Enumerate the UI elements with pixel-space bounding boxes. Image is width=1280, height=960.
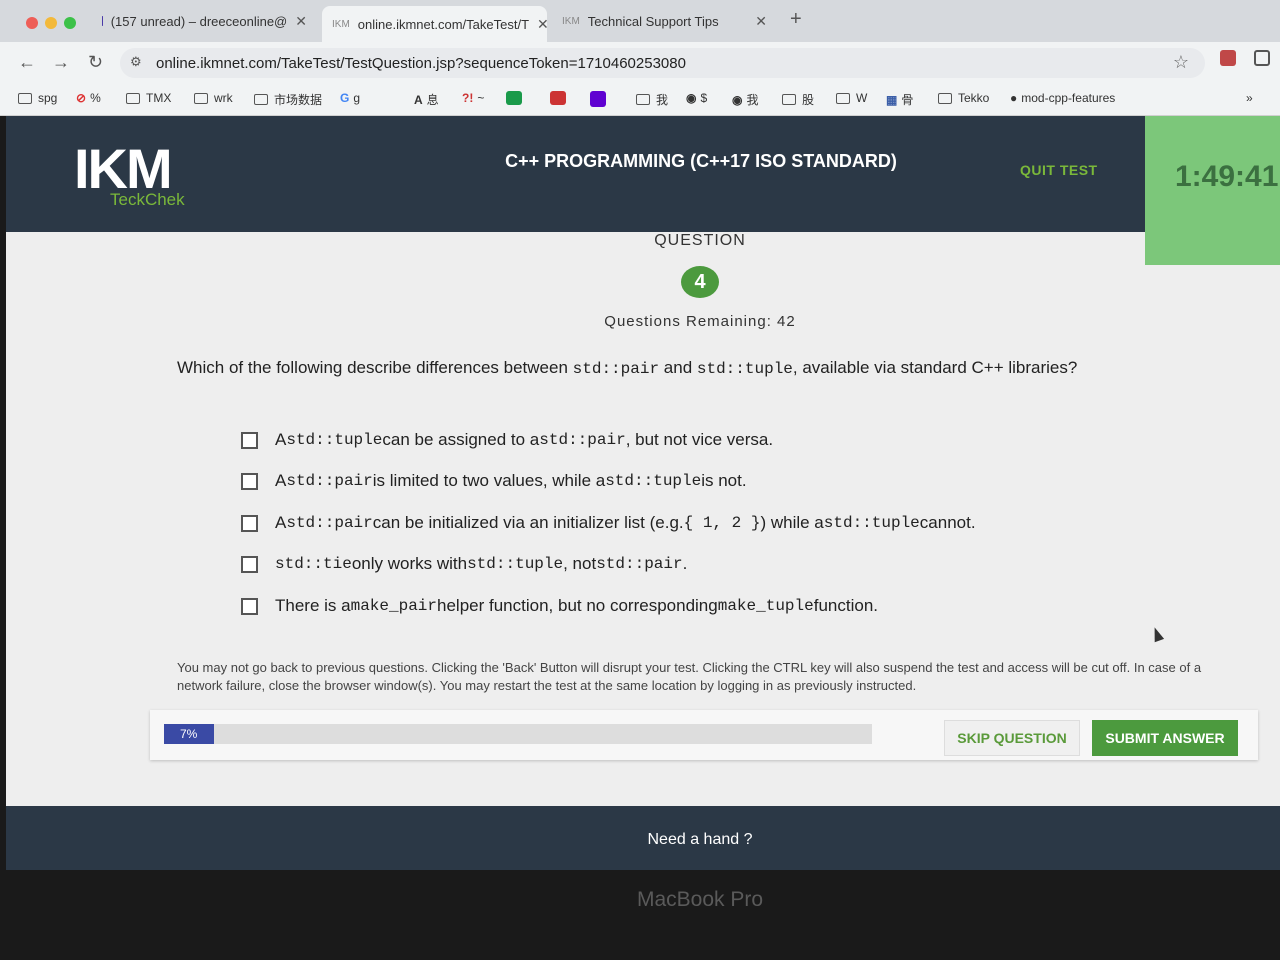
globe-icon: ◉ — [732, 92, 743, 107]
bookmark-percent[interactable]: ⊘% — [76, 91, 101, 105]
close-icon[interactable]: ✕ — [287, 13, 307, 30]
bookmark-red[interactable] — [550, 91, 572, 105]
google-icon: G — [340, 91, 350, 105]
bookmark-wrk[interactable]: wrk — [194, 91, 233, 105]
teckchek-logo: TeckChek — [110, 190, 185, 209]
grid-icon: ▦ — [886, 92, 898, 107]
folder-icon — [938, 92, 952, 104]
bookmark-star-icon[interactable]: ☆ — [1173, 52, 1189, 73]
yahoo-icon — [590, 91, 606, 107]
tab-label: (157 unread) – dreeceonline@ — [110, 13, 288, 29]
skip-question-button[interactable]: SKIP QUESTION — [944, 720, 1080, 756]
answer-option-4[interactable]: std::tie only works with std::tuple, not… — [241, 554, 687, 574]
red-app-icon — [550, 91, 566, 105]
ikm-icon: IKM — [332, 18, 350, 30]
close-icon[interactable]: ✕ — [747, 13, 767, 30]
test-page: IKM TeckChek C++ PROGRAMMING (C++17 ISO … — [6, 116, 1280, 816]
folder-icon — [126, 92, 140, 104]
more-bookmarks-icon[interactable]: » — [1246, 91, 1253, 105]
bookmark-market-data[interactable]: 市场数据 — [254, 91, 322, 108]
test-footer: Need a hand ? — [6, 806, 1280, 870]
tab-gmail[interactable]: (157 unread) – dreeceonline@ ✕ — [92, 6, 317, 36]
test-header: IKM TeckChek C++ PROGRAMMING (C++17 ISO … — [6, 116, 1280, 232]
back-arrow-icon[interactable]: ← — [18, 52, 36, 73]
bookmark-spg[interactable]: spg — [18, 91, 57, 105]
quit-test-link[interactable]: QUIT TEST — [1020, 162, 1098, 178]
question-label: QUESTION — [654, 232, 746, 249]
bookmarks-bar: spg ⊘% TMX wrk 市场数据 Gg A息 ?! ~ 我 ◉ $ ◉ 我 股 … — [0, 82, 1280, 116]
bookmark-tekko[interactable]: Tekko — [938, 91, 989, 105]
answer-option-2[interactable]: A std::pair is limited to two values, wh… — [241, 471, 747, 491]
tab-label: online.ikmnet.com/TakeTest/T — [357, 16, 530, 32]
mail-icon — [102, 16, 103, 26]
tab-label: Technical Support Tips — [587, 13, 719, 29]
folder-icon — [636, 94, 650, 105]
test-notice: You may not go back to previous question… — [177, 660, 1202, 693]
reload-icon[interactable]: ↻ — [88, 52, 103, 73]
folder-icon — [836, 92, 850, 104]
macbook-label: MacBook Pro — [636, 888, 764, 911]
answer-checkbox[interactable] — [241, 514, 258, 532]
folder-icon — [18, 92, 32, 104]
bookmark-exclaim[interactable]: ?! ~ — [462, 91, 484, 105]
browser-tab-bar: (157 unread) – dreeceonline@ ✕ IKM onlin… — [0, 0, 1280, 42]
progress-bar: 7% — [164, 724, 872, 744]
extension-icon[interactable] — [1220, 50, 1236, 66]
bookmark-folder-wo[interactable]: 我 — [636, 91, 668, 108]
maximize-window-button[interactable] — [64, 17, 76, 29]
bookmark-w[interactable]: W — [836, 91, 867, 105]
github-icon: ● — [1010, 91, 1018, 105]
bookmark-dollar[interactable]: ◉ $ — [686, 91, 707, 105]
answer-checkbox[interactable] — [241, 597, 258, 615]
minimize-window-button[interactable] — [45, 17, 57, 29]
exclaim-icon: ?! — [462, 91, 474, 105]
bookmark-tmx[interactable]: TMX — [126, 91, 171, 105]
question-text: Which of the following describe differen… — [177, 358, 1078, 378]
globe-icon: ◉ — [686, 91, 697, 105]
countdown-timer: 1:49:41 — [1175, 160, 1279, 193]
answer-checkbox[interactable] — [241, 431, 258, 449]
bookmark-mod-cpp-features[interactable]: ● mod-cpp-features — [1010, 91, 1115, 105]
answer-option-1[interactable]: A std::tuple can be assigned to a std::p… — [241, 430, 773, 450]
folder-icon — [254, 94, 268, 105]
bookmark-tc[interactable] — [506, 91, 528, 105]
progress-panel: 7% SKIP QUESTION SUBMIT ANSWER — [150, 710, 1258, 760]
need-a-hand-link[interactable]: Need a hand ? — [6, 831, 1280, 849]
exam-title: C++ PROGRAMMING (C++17 ISO STANDARD) — [505, 151, 897, 171]
submit-answer-button[interactable]: SUBMIT ANSWER — [1092, 720, 1238, 756]
folder-icon — [782, 94, 796, 105]
ikm-icon: IKM — [562, 15, 580, 27]
close-icon[interactable]: ✕ — [529, 16, 547, 33]
script-icon: A — [414, 92, 423, 107]
address-bar[interactable]: ⚙ online.ikmnet.com/TakeTest/TestQuestio… — [120, 48, 1205, 78]
answer-option-3[interactable]: A std::pair can be initialized via an in… — [241, 513, 976, 533]
answer-checkbox[interactable] — [241, 555, 258, 573]
site-settings-icon[interactable]: ⚙ — [130, 54, 142, 70]
bookmark-script[interactable]: A息 — [414, 91, 439, 108]
new-tab-icon[interactable]: + — [790, 8, 802, 31]
browser-toolbar: ← → ↻ ⚙ online.ikmnet.com/TakeTest/TestQ… — [0, 42, 1280, 82]
bookmark-stock[interactable]: 股 — [782, 91, 814, 108]
url-text[interactable]: online.ikmnet.com/TakeTest/TestQuestion.… — [156, 55, 686, 72]
bookmark-yahoo[interactable] — [590, 91, 612, 107]
progress-fill: 7% — [164, 724, 214, 744]
forward-arrow-icon[interactable]: → — [52, 52, 70, 73]
no-entry-icon: ⊘ — [76, 91, 87, 105]
questions-remaining: Questions Remaining: 42 — [604, 313, 796, 330]
answer-option-5[interactable]: There is a make_pair helper function, bu… — [241, 596, 878, 616]
bookmark-google[interactable]: Gg — [340, 91, 360, 105]
extensions-puzzle-icon[interactable] — [1254, 50, 1270, 66]
bookmark-grid[interactable]: ▦ 骨 — [886, 91, 913, 108]
question-number-badge: 4 — [681, 266, 719, 298]
bookmark-wo-globe[interactable]: ◉ 我 — [732, 91, 759, 108]
tc-icon — [506, 91, 522, 105]
tab-support-tips[interactable]: IKM Technical Support Tips ✕ — [552, 6, 777, 36]
folder-icon — [194, 92, 208, 104]
tab-ikm-test[interactable]: IKM online.ikmnet.com/TakeTest/T ✕ — [322, 6, 547, 42]
close-window-button[interactable] — [26, 17, 38, 29]
answer-checkbox[interactable] — [241, 472, 258, 490]
